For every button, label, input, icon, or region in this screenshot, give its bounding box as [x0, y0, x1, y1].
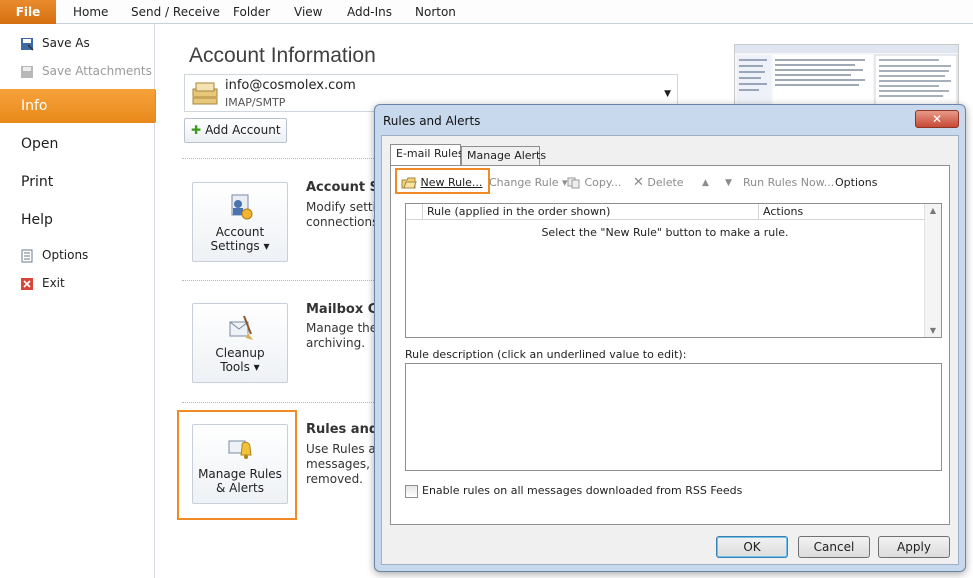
page-title: Account Information [189, 44, 376, 67]
column-rule[interactable]: Rule (applied in the order shown) [422, 204, 758, 220]
mailbox-icon [191, 80, 219, 109]
run-rules-now-button[interactable]: Run Rules Now... [743, 174, 834, 192]
tab-home[interactable]: Home [73, 0, 108, 24]
nav-print[interactable]: Print [0, 165, 155, 199]
account-settings-icon [231, 194, 253, 220]
cancel-button[interactable]: Cancel [798, 536, 870, 558]
delete-icon: ✕ [633, 175, 644, 190]
delete-button[interactable]: ✕ Delete [633, 174, 684, 192]
dialog-body: E-mail Rules Manage Alerts New Rule... C… [381, 135, 959, 565]
nav-info[interactable]: Info [0, 89, 167, 123]
change-rule-button[interactable]: Change Rule ▾ [489, 174, 568, 192]
nav-options[interactable]: Options [20, 245, 88, 265]
manage-rules-line1: Manage Rules [198, 467, 282, 481]
dialog-titlebar[interactable]: Rules and Alerts ✕ [375, 105, 965, 133]
nav-options-label: Options [42, 248, 89, 262]
nav-save-as[interactable]: Save As [20, 33, 90, 53]
dialog-title: Rules and Alerts [383, 114, 481, 128]
rss-checkbox-label: Enable rules on all messages downloaded … [422, 484, 743, 497]
nav-save-attachments-label: Save Attachments [42, 64, 152, 78]
tab-send-receive[interactable]: Send / Receive [131, 0, 220, 24]
rule-description-label: Rule description (click an underlined va… [405, 348, 687, 361]
nav-save-as-label: Save As [42, 36, 90, 50]
exit-icon [20, 277, 34, 291]
close-icon[interactable]: ✕ [915, 110, 959, 128]
tab-folder[interactable]: Folder [233, 0, 270, 24]
add-account-button[interactable]: ✚ Add Account [184, 118, 287, 143]
rules-alerts-dialog: Rules and Alerts ✕ E-mail Rules Manage A… [374, 104, 966, 572]
tab-file[interactable]: File [0, 0, 56, 24]
rss-option[interactable]: Enable rules on all messages downloaded … [405, 484, 742, 498]
account-settings-line1: Account [215, 225, 265, 239]
ribbon-tabs: File Home Send / Receive Folder View Add… [0, 0, 973, 24]
rules-desc-3: removed. [306, 472, 363, 486]
rules-list-header: Rule (applied in the order shown) Action… [406, 204, 924, 220]
apply-button[interactable]: Apply [878, 536, 950, 558]
mailbox-cleanup-title: Mailbox Cl [306, 302, 382, 317]
nav-save-attachments[interactable]: Save Attachments [20, 61, 152, 81]
tab-manage-alerts[interactable]: Manage Alerts [461, 146, 546, 166]
new-rule-icon [401, 177, 417, 189]
rules-list-scrollbar[interactable]: ▲ ▼ [924, 204, 941, 337]
mailbox-cleanup-desc-2: archiving. [306, 336, 366, 350]
manage-rules-button[interactable]: Manage Rules & Alerts [192, 424, 288, 504]
plus-icon: ✚ [191, 123, 202, 137]
cleanup-tools-line2: Tools ▾ [220, 360, 260, 374]
tab-add-ins[interactable]: Add-Ins [347, 0, 392, 24]
new-rule-label: New Rule... [420, 176, 483, 189]
move-up-button[interactable]: ▲ [702, 174, 709, 192]
cleanup-tools-icon [229, 315, 253, 340]
scroll-down-icon[interactable]: ▼ [925, 326, 941, 335]
ok-button[interactable]: OK [716, 536, 788, 558]
account-settings-line2: Settings ▾ [210, 239, 270, 253]
tab-email-rules[interactable]: E-mail Rules [390, 144, 464, 167]
copy-icon [567, 177, 580, 189]
save-as-icon [20, 37, 34, 51]
copy-label: Copy... [584, 176, 622, 189]
tab-view[interactable]: View [294, 0, 322, 24]
account-settings-desc-1: Modify settin [306, 200, 384, 214]
account-settings-desc-2: connections. [306, 215, 383, 229]
options-button[interactable]: Options [835, 174, 877, 192]
account-type: IMAP/SMTP [225, 96, 286, 109]
scroll-up-icon[interactable]: ▲ [925, 206, 941, 215]
column-actions[interactable]: Actions [758, 204, 924, 220]
rule-description-box[interactable] [405, 363, 942, 471]
chevron-down-icon[interactable]: ▼ [664, 89, 671, 99]
delete-label: Delete [647, 176, 684, 189]
nav-exit-label: Exit [42, 276, 65, 290]
nav-exit[interactable]: Exit [20, 273, 65, 293]
copy-button[interactable]: Copy... [567, 174, 621, 192]
move-down-button[interactable]: ▼ [725, 174, 732, 192]
cleanup-tools-button[interactable]: Cleanup Tools ▾ [192, 303, 288, 383]
backstage-nav: Save As Save Attachments Info Open Print… [0, 24, 167, 578]
save-attachments-icon [20, 65, 34, 79]
rules-list-empty-message: Select the "New Rule" button to make a r… [541, 226, 789, 239]
cleanup-tools-line1: Cleanup [215, 346, 265, 360]
account-settings-button[interactable]: Account Settings ▾ [192, 182, 288, 262]
add-account-label: Add Account [205, 123, 281, 137]
new-rule-button[interactable]: New Rule... [401, 174, 482, 192]
tab-norton[interactable]: Norton [415, 0, 456, 24]
rules-alerts-icon [228, 440, 252, 459]
rss-checkbox[interactable] [405, 484, 418, 498]
options-icon [20, 249, 34, 263]
rules-list[interactable]: Rule (applied in the order shown) Action… [405, 203, 942, 338]
nav-help[interactable]: Help [0, 203, 155, 237]
email-rules-panel: New Rule... Change Rule ▾ Copy... ✕ Dele… [390, 165, 950, 525]
nav-open[interactable]: Open [0, 127, 155, 161]
account-email: info@cosmolex.com [225, 78, 356, 93]
manage-rules-line2: & Alerts [216, 481, 264, 495]
